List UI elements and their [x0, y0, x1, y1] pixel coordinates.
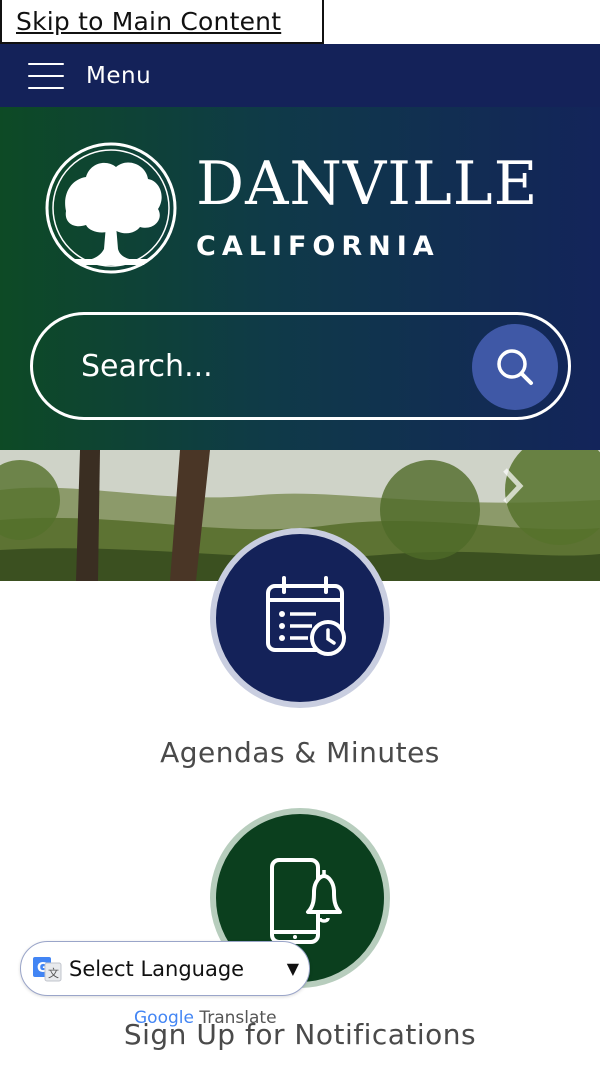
- google-logo-text: Google: [134, 1008, 194, 1028]
- search-input[interactable]: [81, 343, 461, 389]
- site-header: DANVILLE CALIFORNIA: [0, 107, 600, 450]
- notifications-label[interactable]: Sign Up for Notifications: [0, 1018, 600, 1051]
- svg-text:文: 文: [48, 966, 59, 980]
- search-button[interactable]: [472, 324, 558, 410]
- language-select[interactable]: G 文 Select Language ▼: [20, 941, 310, 996]
- tree-logo-icon[interactable]: [44, 141, 178, 275]
- language-select-label: Select Language: [69, 956, 245, 981]
- agendas-minutes-label[interactable]: Agendas & Minutes: [0, 736, 600, 769]
- search-icon: [497, 349, 533, 385]
- calendar-clock-icon: [266, 576, 346, 656]
- skip-link-container: Skip to Main Content: [0, 0, 324, 44]
- google-translate-icon: G 文: [33, 955, 63, 983]
- site-state: CALIFORNIA: [196, 231, 440, 262]
- translate-text: Translate: [199, 1008, 277, 1028]
- menu-button[interactable]: Menu: [86, 63, 151, 89]
- site-name: DANVILLE: [196, 149, 539, 219]
- hamburger-icon[interactable]: [28, 62, 64, 89]
- powered-by-google-translate[interactable]: Google Translate: [134, 1008, 277, 1028]
- chevron-down-icon: ▼: [286, 959, 299, 978]
- skip-to-main-link[interactable]: Skip to Main Content: [16, 7, 281, 36]
- agendas-minutes-tile[interactable]: [210, 528, 390, 708]
- search-box: [30, 312, 571, 420]
- menu-bar: Menu: [0, 44, 600, 107]
